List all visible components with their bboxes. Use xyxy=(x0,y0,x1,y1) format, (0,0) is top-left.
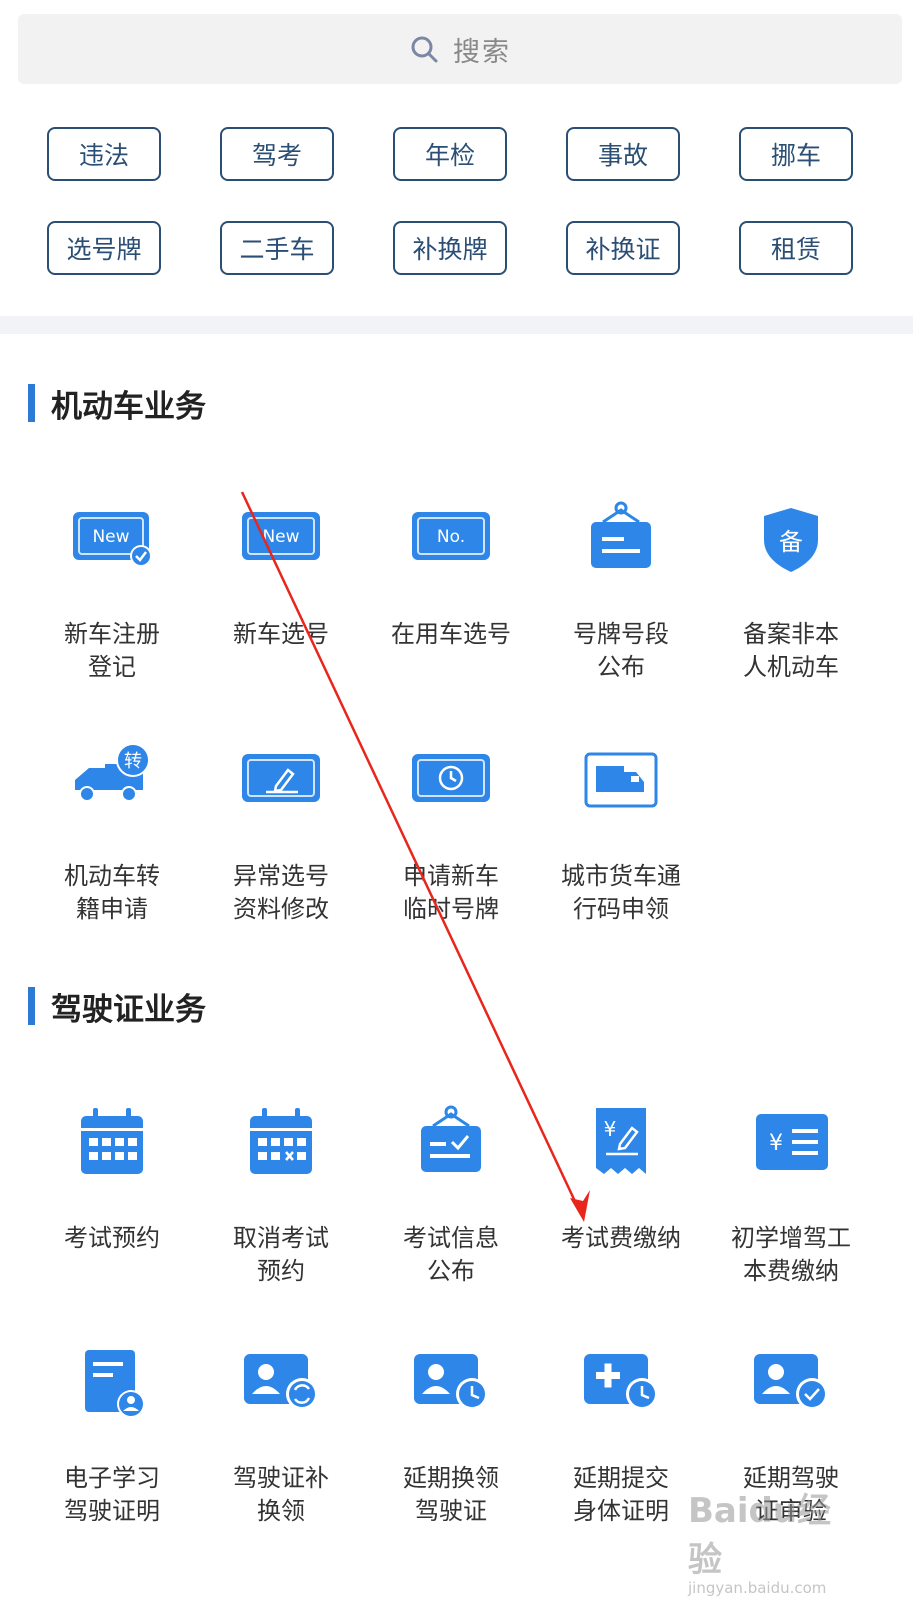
tile-label: 新车注册 登记 xyxy=(64,620,160,681)
tile-label: 驾驶证补 换领 xyxy=(233,1464,329,1525)
tile-label: 异常选号 资料修改 xyxy=(233,862,329,923)
id-card-clock-icon xyxy=(414,1354,488,1410)
chip-select-plate[interactable]: 选号牌 xyxy=(47,221,161,275)
tile-label: 号牌号段 公布 xyxy=(573,620,669,681)
search-placeholder: 搜索 xyxy=(453,36,511,68)
tile-label: 新车选号 xyxy=(233,620,329,648)
tile-label: 城市货车通 行码申领 xyxy=(561,862,681,923)
tile-label: 在用车选号 xyxy=(391,620,511,648)
truck-pass-icon xyxy=(584,752,658,808)
id-card-check-icon xyxy=(754,1354,828,1410)
id-card-refresh-icon xyxy=(244,1354,318,1410)
no-plate-icon: No. xyxy=(412,512,490,560)
plate-edit-icon xyxy=(242,754,320,802)
section-divider xyxy=(0,316,913,334)
baidu-watermark: Baidu经验 jingyan.baidu.com xyxy=(688,1483,863,1597)
chip-violation[interactable]: 违法 xyxy=(47,127,161,181)
tile-label: 考试预约 xyxy=(64,1224,160,1252)
tile-label: 初学增驾工 本费缴纳 xyxy=(731,1224,851,1285)
section-accent-bar xyxy=(28,987,35,1025)
chip-accident[interactable]: 事故 xyxy=(566,127,680,181)
chip-replace-plate[interactable]: 补换牌 xyxy=(393,221,507,275)
watermark-url: jingyan.baidu.com xyxy=(688,1579,827,1597)
svg-text:New: New xyxy=(92,527,129,547)
section-title-text: 驾驶证业务 xyxy=(51,991,206,1028)
chip-move-car[interactable]: 挪车 xyxy=(739,127,853,181)
tile-label: 申请新车 临时号牌 xyxy=(403,862,499,923)
svg-text:¥: ¥ xyxy=(769,1131,783,1156)
yen-list-icon: ¥ xyxy=(756,1114,828,1170)
document-person-icon xyxy=(85,1350,145,1418)
chip-driving-test[interactable]: 驾考 xyxy=(220,127,334,181)
svg-text:备: 备 xyxy=(779,528,803,556)
tile-label: 电子学习 驾驶证明 xyxy=(64,1464,160,1525)
chip-annual-inspection[interactable]: 年检 xyxy=(393,127,507,181)
chip-rental[interactable]: 租赁 xyxy=(739,221,853,275)
svg-text:New: New xyxy=(262,527,299,547)
truck-transfer-icon: 转 xyxy=(75,743,150,802)
new-plate-icon: New xyxy=(242,512,320,560)
calendar-cancel-icon xyxy=(250,1108,312,1174)
medical-clock-icon xyxy=(584,1354,658,1410)
tile-label: 延期换领 驾驶证 xyxy=(403,1464,499,1525)
calendar-icon xyxy=(81,1108,143,1174)
section-title-license: 驾驶证业务 xyxy=(28,986,206,1028)
chip-used-car[interactable]: 二手车 xyxy=(220,221,334,275)
section-title-text: 机动车业务 xyxy=(51,388,206,425)
shield-bei-icon: 备 xyxy=(764,508,818,572)
tile-label: 取消考试 预约 xyxy=(233,1224,329,1285)
new-plate-check-icon: New xyxy=(73,512,152,567)
receipt-yen-icon: ¥ xyxy=(596,1108,646,1174)
section-accent-bar xyxy=(28,384,35,422)
svg-text:转: 转 xyxy=(124,751,142,772)
tile-label: 延期提交 身体证明 xyxy=(573,1464,669,1525)
tile-label: 备案非本 人机动车 xyxy=(743,620,839,681)
tile-label: 机动车转 籍申请 xyxy=(64,862,160,923)
watermark-text: Baidu经验 xyxy=(688,1491,832,1580)
chip-replace-license[interactable]: 补换证 xyxy=(566,221,680,275)
tile-label: 考试费缴纳 xyxy=(561,1224,681,1252)
hanging-sign-icon xyxy=(591,501,651,568)
plate-clock-icon xyxy=(412,754,490,802)
search-icon xyxy=(411,36,438,63)
hanging-sign-check-icon xyxy=(421,1105,481,1172)
search-bar[interactable]: 搜索 xyxy=(18,14,902,84)
svg-text:No.: No. xyxy=(437,527,465,547)
svg-text:¥: ¥ xyxy=(604,1117,617,1141)
section-title-vehicle: 机动车业务 xyxy=(28,383,206,425)
tile-label: 考试信息 公布 xyxy=(403,1224,499,1285)
